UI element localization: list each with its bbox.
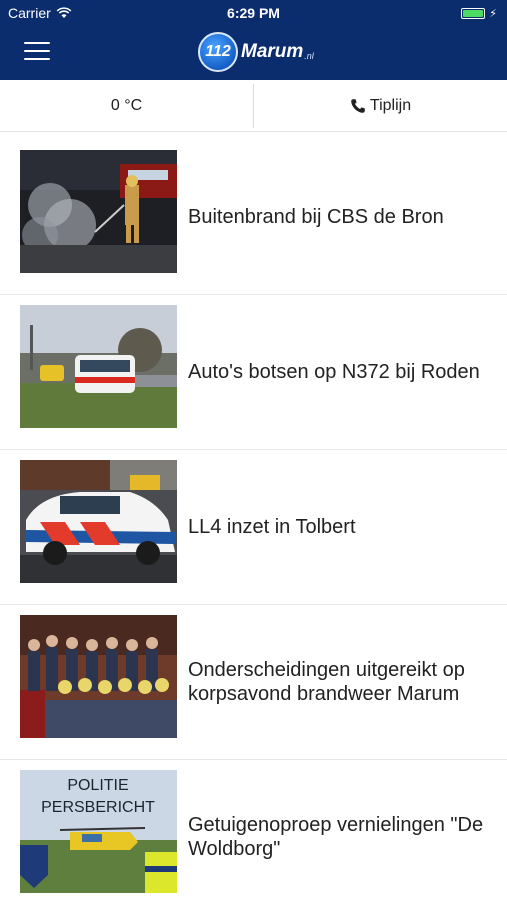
news-thumbnail xyxy=(20,305,177,428)
news-thumbnail xyxy=(20,615,177,738)
hamburger-menu-icon[interactable] xyxy=(22,40,52,62)
news-title: Buitenbrand bij CBS de Bron xyxy=(188,205,444,228)
news-thumbnail xyxy=(20,150,177,273)
news-title: LL4 inzet in Tolbert xyxy=(188,515,356,538)
status-bar: Carrier 6:29 PM ⚡ xyxy=(0,0,507,26)
tipline-label: Tiplijn xyxy=(369,96,412,114)
logo-badge: 112 xyxy=(198,32,238,72)
news-title: Auto's botsen op N372 bij Roden xyxy=(188,360,480,383)
logo-name: Marum xyxy=(241,41,304,62)
news-item[interactable]: Auto's botsen op N372 bij Roden xyxy=(0,295,507,450)
temperature-display: 0 °C xyxy=(0,80,253,131)
battery-indicator: ⚡ xyxy=(461,7,497,20)
battery-icon xyxy=(461,8,486,19)
charging-icon: ⚡ xyxy=(489,8,497,20)
news-item[interactable]: Onderscheidingen uitgereikt op korpsavon… xyxy=(0,605,507,760)
news-item[interactable]: POLITIE PERSBERICHT Getuigenoproep verni… xyxy=(0,760,507,900)
phone-icon xyxy=(351,98,365,113)
temperature-value: 0 °C xyxy=(110,96,143,114)
thumb-text-persbericht: PERSBERICHT xyxy=(41,799,155,816)
info-bar: 0 °C Tiplijn xyxy=(0,80,507,132)
app-header: Carrier 6:29 PM ⚡ 112 Marum .nl xyxy=(0,0,507,80)
news-list: Buitenbrand bij CBS de Bron Auto's botse… xyxy=(0,140,507,900)
news-thumbnail: POLITIE PERSBERICHT xyxy=(20,770,177,893)
status-time: 6:29 PM xyxy=(227,5,280,21)
app-logo: 112 Marum .nl xyxy=(198,32,314,72)
news-item[interactable]: LL4 inzet in Tolbert xyxy=(0,450,507,605)
news-item[interactable]: Buitenbrand bij CBS de Bron xyxy=(0,140,507,295)
news-title: Getuigenoproep vernielingen "De Woldborg… xyxy=(188,813,484,860)
thumb-text-politie: POLITIE xyxy=(67,777,128,794)
news-title: Onderscheidingen uitgereikt op korpsavon… xyxy=(188,658,465,705)
news-thumbnail xyxy=(20,460,177,583)
logo-suffix: .nl xyxy=(304,51,314,61)
tipline-button[interactable]: Tiplijn xyxy=(254,80,507,131)
